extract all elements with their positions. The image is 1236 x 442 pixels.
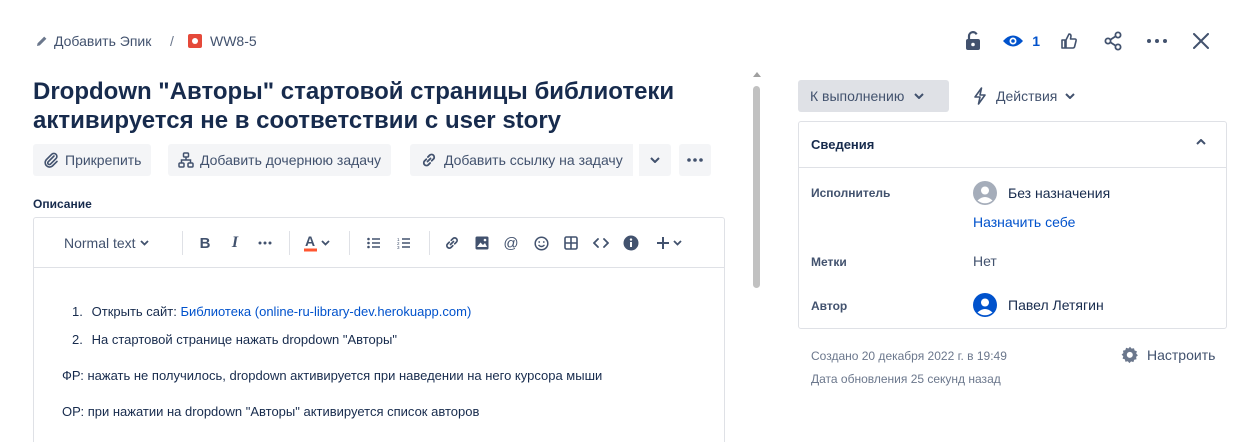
- actions-label: Действия: [996, 88, 1058, 104]
- assignee-label: Исполнитель: [811, 186, 891, 200]
- configure-label: Настроить: [1147, 347, 1216, 363]
- more-icon: [687, 158, 703, 162]
- insert-more-icon[interactable]: [654, 232, 686, 254]
- expected-result: ОР: при нажатии на dropdown "Авторы" акт…: [62, 404, 480, 419]
- assignee-name: Без назначения: [1008, 185, 1111, 201]
- details-header[interactable]: Сведения: [799, 122, 1226, 168]
- step-text: Открыть сайт:: [91, 304, 181, 319]
- actions-dropdown[interactable]: Действия: [972, 80, 1076, 112]
- step-item-1: 1. Открыть сайт: Библиотека (online-ru-l…: [72, 304, 471, 319]
- status-label: К выполнению: [810, 88, 905, 104]
- toolbar-divider: [429, 231, 430, 255]
- labels-value[interactable]: Нет: [973, 253, 997, 269]
- reporter-value[interactable]: Павел Летягин: [973, 293, 1104, 317]
- library-link[interactable]: Библиотека (online-ru-library-dev.heroku…: [180, 304, 471, 319]
- more-formatting-icon[interactable]: [256, 232, 274, 254]
- lightning-icon: [972, 87, 988, 105]
- mention-icon[interactable]: @: [502, 232, 520, 254]
- lock-icon[interactable]: [958, 26, 988, 56]
- reporter-name: Павел Летягин: [1008, 297, 1104, 313]
- eye-icon: [1002, 34, 1032, 48]
- unassigned-avatar-icon: [973, 181, 997, 205]
- step-number: 2.: [72, 332, 83, 347]
- actual-result: ФР: нажать не получилось, dropdown актив…: [62, 368, 603, 383]
- step-number: 1.: [72, 304, 83, 319]
- add-epic-label: Добавить Эпик: [54, 33, 152, 49]
- issue-key-link[interactable]: WW8-5: [188, 31, 257, 51]
- paperclip-icon: [43, 152, 65, 168]
- toolbar-divider: [182, 231, 183, 255]
- toolbar-divider: [289, 231, 290, 255]
- chevron-down-icon: [139, 240, 149, 246]
- thumbs-up-icon[interactable]: [1054, 26, 1084, 56]
- configure-button[interactable]: Настроить: [1121, 346, 1215, 364]
- table-icon[interactable]: [562, 232, 580, 254]
- add-link-button[interactable]: Добавить ссылку на задачу: [410, 144, 633, 176]
- chevron-up-icon[interactable]: [1196, 139, 1206, 145]
- chevron-down-icon: [1065, 93, 1076, 99]
- bug-icon: [188, 34, 202, 48]
- gear-icon: [1121, 346, 1147, 364]
- text-color-icon[interactable]: A: [302, 232, 334, 254]
- details-title: Сведения: [811, 137, 875, 152]
- add-link-label: Добавить ссылку на задачу: [444, 152, 623, 168]
- italic-icon[interactable]: I: [227, 232, 243, 254]
- issue-header-actions: 1: [944, 26, 1216, 56]
- details-panel: Сведения Исполнитель Без назначения Назн…: [798, 121, 1227, 329]
- chevron-down-icon: [904, 93, 925, 99]
- step-item-2: 2. На стартовой странице нажать dropdown…: [72, 332, 397, 347]
- text-style-dropdown[interactable]: Normal text: [64, 232, 149, 254]
- step-text: На стартовой странице нажать dropdown "А…: [91, 332, 397, 347]
- user-avatar-icon: [973, 293, 997, 317]
- assign-to-me-link[interactable]: Назначить себе: [973, 214, 1075, 230]
- editor-toolbar: Normal text B I A 123 @: [34, 218, 724, 268]
- assignee-value[interactable]: Без назначения: [973, 181, 1110, 205]
- scrollbar-thumb[interactable]: [753, 86, 760, 288]
- code-icon[interactable]: [592, 232, 610, 254]
- labels-label: Метки: [811, 255, 847, 269]
- add-link-dropdown[interactable]: [639, 144, 671, 176]
- svg-text:A: A: [305, 234, 315, 249]
- info-icon[interactable]: [622, 232, 640, 254]
- link-icon: [420, 151, 444, 169]
- issue-key: WW8-5: [210, 33, 257, 49]
- more-icon[interactable]: [1142, 26, 1172, 56]
- issue-title[interactable]: Dropdown "Авторы" стартовой страницы биб…: [33, 77, 733, 135]
- add-child-label: Добавить дочернюю задачу: [200, 152, 382, 168]
- chevron-down-icon: [650, 157, 660, 163]
- breadcrumb-separator: /: [170, 33, 174, 49]
- emoji-icon[interactable]: [532, 232, 550, 254]
- bullet-list-icon[interactable]: [365, 232, 383, 254]
- watch-button[interactable]: 1: [1002, 26, 1040, 56]
- created-timestamp: Создано 20 декабря 2022 г. в 19:49: [811, 349, 1007, 363]
- share-icon[interactable]: [1098, 26, 1128, 56]
- add-epic-link[interactable]: Добавить Эпик: [36, 31, 151, 51]
- bold-icon[interactable]: B: [197, 232, 213, 254]
- text-style-label: Normal text: [64, 235, 136, 251]
- description-label: Описание: [33, 197, 92, 211]
- svg-text:3: 3: [397, 245, 400, 249]
- more-actions-button[interactable]: [679, 144, 711, 176]
- attach-label: Прикрепить: [65, 152, 142, 168]
- numbered-list-icon[interactable]: 123: [395, 232, 413, 254]
- attach-button[interactable]: Прикрепить: [33, 144, 152, 176]
- reporter-label: Автор: [811, 299, 848, 313]
- updated-timestamp: Дата обновления 25 секунд назад: [811, 372, 1001, 386]
- scroll-up-arrow-icon[interactable]: [753, 72, 761, 77]
- add-child-issue-button[interactable]: Добавить дочернюю задачу: [168, 144, 392, 176]
- link-icon[interactable]: [443, 232, 461, 254]
- description-editor[interactable]: Normal text B I A 123 @ 1. Открыть сайт:…: [33, 217, 725, 442]
- close-icon[interactable]: [1186, 26, 1216, 56]
- toolbar-divider: [349, 231, 350, 255]
- status-dropdown[interactable]: К выполнению: [798, 80, 949, 112]
- watch-count: 1: [1032, 33, 1040, 49]
- pencil-icon: [36, 35, 48, 47]
- hierarchy-icon: [178, 152, 200, 168]
- image-icon[interactable]: [473, 232, 491, 254]
